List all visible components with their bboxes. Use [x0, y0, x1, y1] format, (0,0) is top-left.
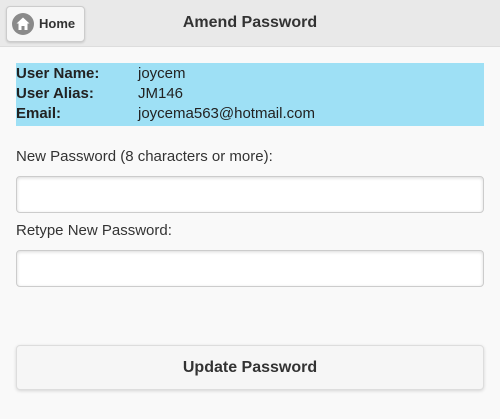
retype-password-label: Retype New Password:: [16, 222, 172, 239]
email-value: joycema563@hotmail.com: [138, 105, 315, 122]
header-bar: Home Amend Password: [0, 0, 500, 47]
retype-password-field[interactable]: [16, 250, 484, 287]
new-password-field[interactable]: [16, 176, 484, 213]
user-alias-value: JM146: [138, 85, 184, 102]
update-password-button[interactable]: Update Password: [16, 345, 484, 390]
user-name-label: User Name:: [16, 65, 100, 82]
page-title: Amend Password: [182, 14, 318, 31]
email-label: Email:: [16, 105, 62, 122]
user-alias-label: User Alias:: [16, 85, 94, 102]
user-name-value: joycem: [138, 65, 186, 82]
new-password-label: New Password (8 characters or more):: [16, 148, 273, 165]
account-info-panel: User Name: joycem User Alias: JM146 Emai…: [16, 63, 484, 126]
